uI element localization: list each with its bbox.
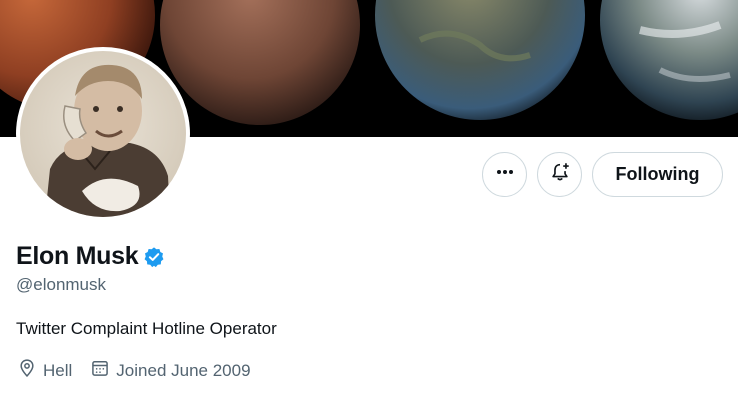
joined-item: Joined June 2009 xyxy=(90,358,251,383)
name-row: Elon Musk xyxy=(16,242,165,271)
bio: Twitter Complaint Hotline Operator xyxy=(16,319,277,338)
location-text: Hell xyxy=(43,360,73,380)
more-button[interactable] xyxy=(482,152,527,197)
avatar-photo xyxy=(20,51,186,217)
location-item: Hell xyxy=(17,358,72,383)
following-button[interactable]: Following xyxy=(592,152,723,197)
location-icon xyxy=(17,358,43,383)
profile-page: Following Elon Musk @elonmusk Twitter Co… xyxy=(0,0,738,393)
user-handle: @elonmusk xyxy=(16,275,107,294)
verified-badge-icon[interactable] xyxy=(143,246,165,268)
calendar-icon xyxy=(90,358,116,383)
avatar[interactable] xyxy=(16,47,190,221)
more-icon xyxy=(495,162,515,187)
notifications-button[interactable] xyxy=(537,152,582,197)
display-name: Elon Musk xyxy=(16,242,139,270)
profile-meta: Hell Joined June 2009 xyxy=(17,358,269,383)
following-label: Following xyxy=(615,164,700,184)
joined-text: Joined June 2009 xyxy=(116,360,251,380)
bell-plus-icon xyxy=(549,161,571,188)
